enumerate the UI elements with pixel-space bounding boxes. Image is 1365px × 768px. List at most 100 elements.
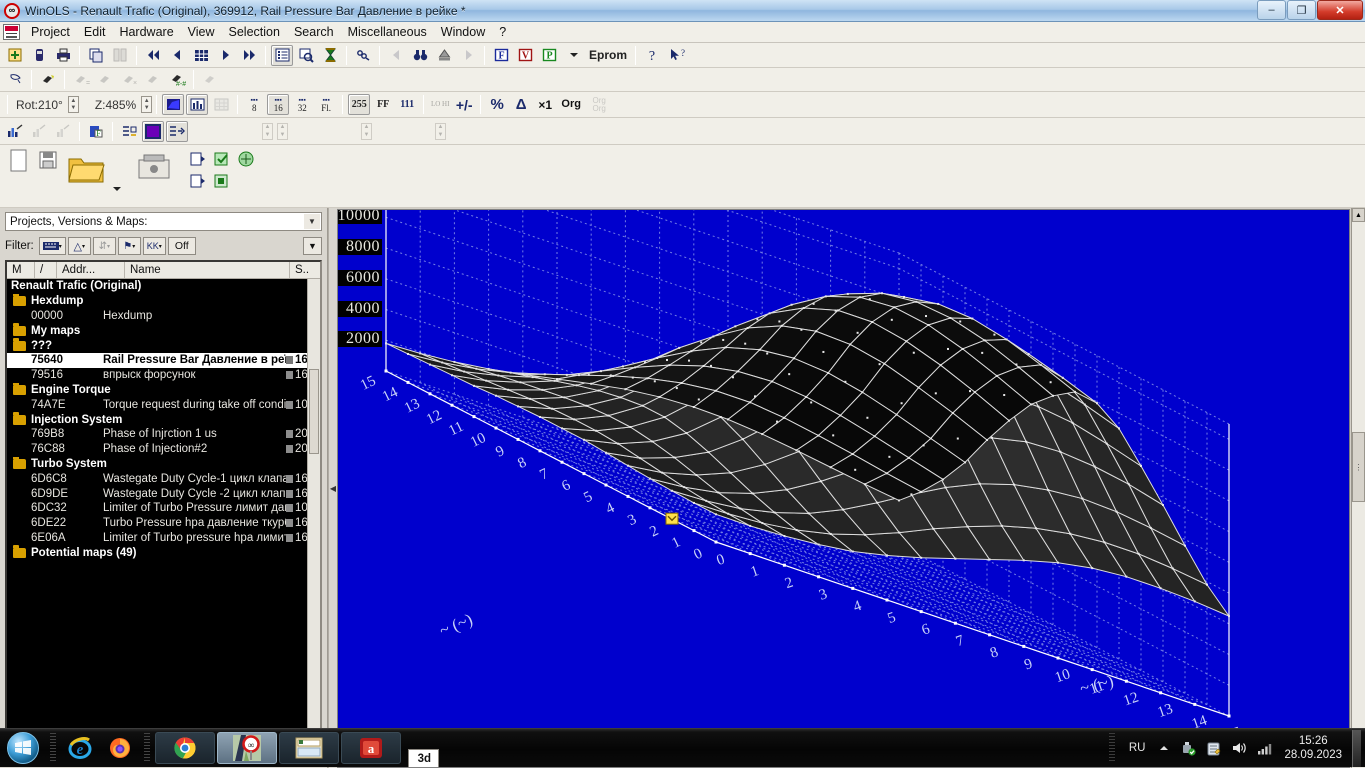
map-list-item[interactable]: 75640Rail Pressure Bar Давление в реї16 [7, 353, 320, 368]
filter-off-button[interactable]: Off [168, 237, 196, 255]
org-org-icon[interactable]: Org Org [586, 94, 612, 115]
open-ecu-icon[interactable] [28, 45, 50, 66]
window-controls[interactable]: – ❐ ✕ [1256, 0, 1363, 20]
maplist-icon[interactable] [271, 45, 293, 66]
f-flag-icon[interactable]: F [490, 45, 512, 66]
chrome-task[interactable] [155, 732, 215, 764]
selection-toolbar[interactable]: = × #-# [0, 68, 1365, 92]
select-clear-icon[interactable] [199, 69, 221, 90]
select-invert-icon[interactable] [142, 69, 164, 90]
lohi-icon[interactable]: LO HI [429, 94, 451, 115]
map-list-item[interactable]: 79516впрыск форсунок16 [7, 368, 320, 383]
network-icon[interactable] [1257, 742, 1273, 755]
filter-sort-icon[interactable]: ⇵▾ [93, 237, 116, 255]
filter-flag-icon[interactable]: ⚑▾ [118, 237, 141, 255]
vscroll-thumb[interactable]: ⋮ [1352, 432, 1365, 502]
map-list-item[interactable]: 74A7ETorque request during take off cond… [7, 397, 320, 412]
column-name[interactable]: Name [125, 262, 290, 278]
map-list-item[interactable]: 769B8Phase of Injrction 1 us20 [7, 427, 320, 442]
new-file-icon[interactable] [4, 148, 32, 174]
map-list-item[interactable]: Renault Trafic (Original) [7, 279, 320, 294]
filter-row[interactable]: Filter: ▾ △▾ ⇵▾ ⚑▾ KK ▾ Off ▼ [5, 235, 322, 257]
map-list[interactable]: M / Addr... Name S.. Renault Trafic (Ori… [5, 260, 322, 763]
map-list-item[interactable]: 00000Hexdump [7, 309, 320, 324]
filter-kk-icon[interactable]: KK ▾ [143, 237, 166, 255]
projects-combobox[interactable]: Projects, Versions & Maps: ▼ [5, 212, 322, 231]
menu-item-selection[interactable]: Selection [222, 23, 287, 41]
select-remove-icon[interactable]: × [118, 69, 140, 90]
spin-z-icon[interactable]: ▲▼ [361, 123, 372, 140]
map-wand-3-icon[interactable] [52, 121, 74, 142]
open-folder-icon[interactable] [64, 148, 108, 192]
multiply-icon[interactable]: ×1 [534, 94, 556, 115]
map-list-scroll-thumb[interactable] [309, 369, 319, 454]
tool-b-icon[interactable] [211, 148, 233, 170]
panel-collapse-handle[interactable]: ◀ [328, 208, 337, 768]
explorer-task[interactable] [279, 732, 339, 764]
spin-w-icon[interactable]: ▲▼ [435, 123, 446, 140]
vscroll-up-icon[interactable]: ▲ [1352, 208, 1365, 222]
map-list-item[interactable]: Potential maps (49) [7, 545, 320, 560]
view-bars-icon[interactable] [186, 94, 208, 115]
map-list-item[interactable]: Turbo System [7, 457, 320, 472]
column-slash[interactable]: / [35, 262, 57, 278]
map-list-item[interactable]: Hexdump [7, 294, 320, 309]
bits-float-icon[interactable]: ▪▪▪Fl. [315, 94, 337, 115]
tool-c-icon[interactable] [235, 148, 257, 170]
copy-icon[interactable] [85, 45, 107, 66]
value-ff-icon[interactable]: FF [372, 94, 394, 115]
map-list-item[interactable]: Engine Torque [7, 383, 320, 398]
plus-minus-icon[interactable]: +/- [453, 94, 475, 115]
import-icon[interactable] [133, 148, 177, 188]
filter-expand-icon[interactable]: ▼ [303, 237, 322, 255]
compare-icon[interactable] [109, 45, 131, 66]
tab-3d[interactable]: 3d [408, 749, 439, 767]
map-list-icon[interactable] [166, 121, 188, 142]
map-list-item[interactable]: 6D6C8Wastegate Duty Cycle-1 цикл клапана… [7, 471, 320, 486]
column-m[interactable]: M [7, 262, 35, 278]
minimize-button[interactable]: – [1257, 0, 1286, 20]
map-list-item[interactable]: ??? [7, 338, 320, 353]
menu-item-search[interactable]: Search [287, 23, 341, 41]
grid-icon[interactable] [190, 45, 212, 66]
map-list-scrollbar[interactable] [307, 279, 320, 761]
p-flag-icon[interactable]: P [538, 45, 560, 66]
hourglass-icon[interactable] [319, 45, 341, 66]
menu-item-miscellaneous[interactable]: Miscellaneous [341, 23, 434, 41]
map-list-rows[interactable]: Renault Trafic (Original)Hexdump00000Hex… [7, 279, 320, 560]
taskbar[interactable]: e ∞ [0, 728, 1365, 767]
rotation-stepper[interactable]: ▲▼ [68, 96, 79, 113]
file-toolbar[interactable] [0, 145, 1365, 208]
next-icon[interactable] [214, 45, 236, 66]
taskbar-clock[interactable]: 15:26 28.09.2023 [1284, 734, 1342, 762]
language-indicator[interactable]: RU [1129, 742, 1146, 754]
column-addr[interactable]: Addr... [57, 262, 125, 278]
filter-delta-icon[interactable]: △▾ [68, 237, 91, 255]
main-toolbar[interactable]: F V P Eprom ? ? [0, 43, 1365, 68]
first-icon[interactable] [142, 45, 164, 66]
zoom-stepper[interactable]: ▲▼ [141, 96, 152, 113]
map-list-item[interactable]: 76C88Phase of Injection#220 [7, 442, 320, 457]
select-range-icon[interactable]: #-# [166, 69, 188, 90]
map-list-item[interactable]: 6D9DEWastegate Duty Cycle -2 цикл клапан… [7, 486, 320, 501]
context-help-icon[interactable]: ? [665, 45, 687, 66]
save-file-icon[interactable] [34, 148, 62, 172]
forward-icon[interactable] [457, 45, 479, 66]
menu-item-edit[interactable]: Edit [77, 23, 113, 41]
chart-wand-icon[interactable] [4, 121, 26, 142]
menubar[interactable]: Project Edit Hardware View Selection Sea… [0, 22, 1365, 43]
maximize-button[interactable]: ❐ [1287, 0, 1316, 20]
volume-icon[interactable] [1231, 741, 1247, 755]
menu-item-window[interactable]: Window [434, 23, 492, 41]
dropdown-arrow-icon[interactable] [562, 45, 584, 66]
select-sub-icon[interactable]: = [70, 69, 92, 90]
menu-item-project[interactable]: Project [24, 23, 77, 41]
value-111-icon[interactable]: 111 [396, 94, 418, 115]
chevron-down-icon[interactable]: ▼ [304, 214, 320, 229]
select-all-icon[interactable] [37, 69, 59, 90]
map-props-icon[interactable] [118, 121, 140, 142]
close-button[interactable]: ✕ [1317, 0, 1363, 20]
map-list-item[interactable]: Injection System [7, 412, 320, 427]
column-size[interactable]: S.. [290, 262, 320, 278]
new-project-icon[interactable] [4, 45, 26, 66]
